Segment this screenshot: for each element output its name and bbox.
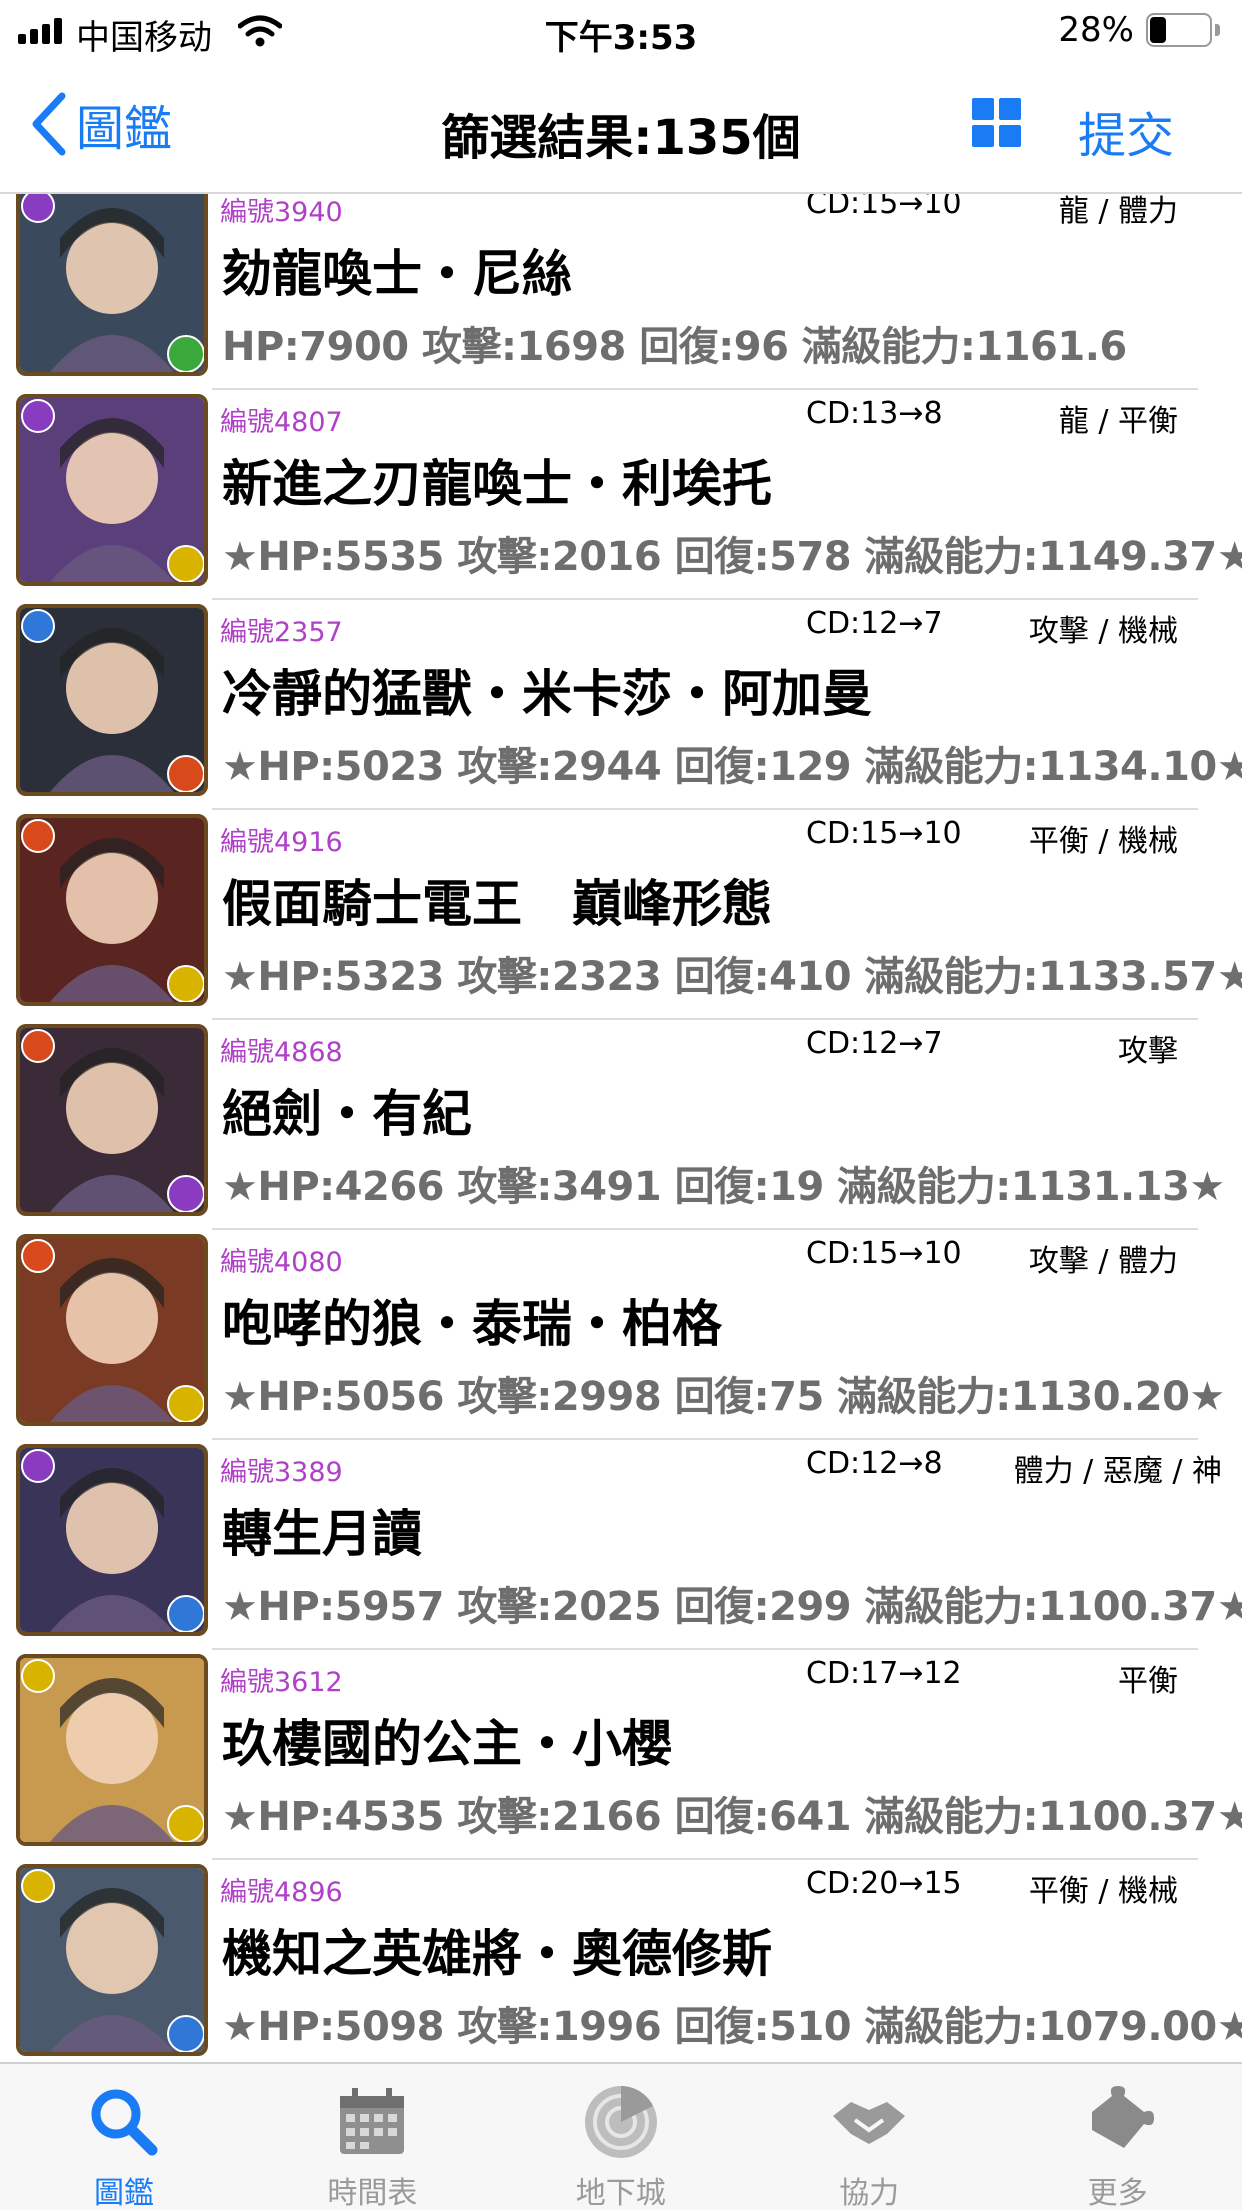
monster-stats: ★HP:5098 攻擊:1996 回復:510 滿級能力:1079.00★ [222, 2004, 1242, 2050]
cooldown: CD:15→10 [806, 194, 962, 221]
list-item[interactable]: 編號4080 CD:15→10 攻擊 / 體力咆哮的狼・泰瑞・柏格 ★HP:5056 … [0, 1230, 1242, 1440]
monster-name: 機知之英雄將・奧德修斯 [222, 1925, 772, 1983]
monster-number: 編號4080 [220, 1247, 343, 1278]
monster-portrait [16, 1024, 208, 1216]
monster-number: 編號4896 [220, 1877, 343, 1908]
monster-name: 絕劍・有紀 [222, 1085, 472, 1143]
monster-portrait [16, 814, 208, 1006]
tab-label: 圖鑑 [94, 2176, 154, 2211]
navigation-bar: 圖鑑 篩選結果:135個 提交 [0, 62, 1242, 194]
cooldown: CD:13→8 [806, 396, 943, 431]
monster-types: 平衡 / 機械 [1028, 1874, 1178, 1909]
monster-types: 平衡 / 機械 [1028, 824, 1178, 859]
monster-name: 玖樓國的公主・小櫻 [222, 1715, 672, 1773]
list-item[interactable]: 編號4896 CD:20→15 平衡 / 機械機知之英雄將・奧德修斯 ★HP:5098… [0, 1860, 1242, 2062]
puzzle-icon [1078, 2082, 1158, 2162]
monster-name: 假面騎士電王 巔峰形態 [222, 875, 772, 933]
calendar-icon [332, 2082, 412, 2162]
tab-label: 更多 [1087, 2176, 1148, 2211]
monster-number: 編號2357 [220, 617, 343, 648]
tab-puzzle[interactable]: 更多 [994, 2064, 1242, 2211]
submit-button[interactable]: 提交 [1078, 96, 1174, 166]
page-title: 篩選結果:135個 [441, 110, 801, 166]
monster-list[interactable]: 編號3940 CD:15→10 龍 / 體力劾龍喚士・尼絲 HP:7900 攻擊:16… [0, 194, 1242, 2062]
monster-types: 體力 / 惡魔 / 神 [1013, 1454, 1222, 1489]
radar-icon [581, 2082, 661, 2162]
monster-stats: ★HP:4266 攻擊:3491 回復:19 滿級能力:1131.13★ [222, 1164, 1225, 1210]
grid-view-icon[interactable] [972, 98, 1022, 148]
list-item[interactable]: 編號3940 CD:15→10 龍 / 體力劾龍喚士・尼絲 HP:7900 攻擊:16… [0, 194, 1242, 390]
monster-types: 攻擊 / 機械 [1028, 614, 1178, 649]
cooldown: CD:20→15 [806, 1866, 962, 1901]
monster-stats: ★HP:5957 攻擊:2025 回復:299 滿級能力:1100.37★ [222, 1584, 1242, 1630]
cooldown: CD:15→10 [806, 816, 962, 851]
monster-portrait [16, 604, 208, 796]
cooldown: CD:15→10 [806, 1236, 962, 1271]
tab-handshake[interactable]: 協力 [745, 2064, 993, 2211]
monster-number: 編號3940 [220, 197, 343, 228]
battery-icon [1146, 13, 1222, 47]
list-item[interactable]: 編號2357 CD:12→7 攻擊 / 機械冷靜的猛獸・米卡莎・阿加曼 ★HP:502… [0, 600, 1242, 810]
list-item[interactable]: 編號3612 CD:17→12 平衡玖樓國的公主・小櫻 ★HP:4535 攻擊:216… [0, 1650, 1242, 1860]
cooldown: CD:17→12 [806, 1656, 962, 1691]
monster-portrait [16, 1234, 208, 1426]
list-item[interactable]: 編號3389 CD:12→8 體力 / 惡魔 / 神轉生月讀 ★HP:5957 攻擊:… [0, 1440, 1242, 1650]
monster-name: 轉生月讀 [222, 1505, 422, 1563]
cooldown: CD:12→7 [806, 1026, 943, 1061]
search-icon [84, 2082, 164, 2162]
monster-types: 龍 / 平衡 [1058, 404, 1178, 439]
monster-types: 攻擊 [1118, 1034, 1178, 1069]
tab-bar: 圖鑑 時間表 地下城 協力 更多 [0, 2062, 1242, 2211]
monster-number: 編號4807 [220, 407, 343, 438]
cooldown: CD:12→8 [806, 1446, 943, 1481]
monster-types: 龍 / 體力 [1058, 194, 1178, 229]
monster-types: 攻擊 / 體力 [1028, 1244, 1178, 1279]
battery-percent: 28% [1058, 10, 1134, 50]
tab-label: 地下城 [575, 2176, 666, 2211]
list-item[interactable]: 編號4916 CD:15→10 平衡 / 機械假面騎士電王 巔峰形態 ★HP:5323… [0, 810, 1242, 1020]
status-bar: 中国移动 下午3:53 28% [0, 0, 1242, 62]
monster-name: 新進之刃龍喚士・利埃托 [222, 455, 772, 513]
tab-calendar[interactable]: 時間表 [248, 2064, 496, 2211]
clock: 下午3:53 [544, 18, 698, 58]
list-item[interactable]: 編號4868 CD:12→7 攻擊絕劍・有紀 ★HP:4266 攻擊:3491 回復:… [0, 1020, 1242, 1230]
monster-stats: ★HP:4535 攻擊:2166 回復:641 滿級能力:1100.37★ [222, 1794, 1242, 1840]
monster-portrait [16, 1444, 208, 1636]
monster-types: 平衡 [1118, 1664, 1178, 1699]
cooldown: CD:12→7 [806, 606, 943, 641]
monster-portrait [16, 394, 208, 586]
monster-name: 咆哮的狼・泰瑞・柏格 [222, 1295, 722, 1353]
monster-portrait [16, 1654, 208, 1846]
monster-number: 編號4916 [220, 827, 343, 858]
monster-stats: ★HP:5323 攻擊:2323 回復:410 滿級能力:1133.57★ [222, 954, 1242, 1000]
tab-radar[interactable]: 地下城 [497, 2064, 745, 2211]
monster-stats: ★HP:5535 攻擊:2016 回復:578 滿級能力:1149.37★ [222, 534, 1242, 580]
monster-portrait [16, 194, 208, 376]
monster-number: 編號3612 [220, 1667, 343, 1698]
monster-stats: HP:7900 攻擊:1698 回復:96 滿級能力:1161.6 [222, 324, 1127, 370]
handshake-icon [829, 2082, 909, 2162]
monster-stats: ★HP:5023 攻擊:2944 回復:129 滿級能力:1134.10★ [222, 744, 1242, 790]
monster-portrait [16, 1864, 208, 2056]
list-item[interactable]: 編號4807 CD:13→8 龍 / 平衡新進之刃龍喚士・利埃托 ★HP:5535 攻… [0, 390, 1242, 600]
monster-stats: ★HP:5056 攻擊:2998 回復:75 滿級能力:1130.20★ [222, 1374, 1225, 1420]
tab-search[interactable]: 圖鑑 [0, 2064, 248, 2211]
monster-name: 劾龍喚士・尼絲 [222, 245, 572, 303]
monster-name: 冷靜的猛獸・米卡莎・阿加曼 [222, 665, 872, 723]
monster-number: 編號4868 [220, 1037, 343, 1068]
tab-label: 時間表 [327, 2176, 418, 2211]
tab-label: 協力 [839, 2176, 900, 2211]
monster-number: 編號3389 [220, 1457, 343, 1488]
